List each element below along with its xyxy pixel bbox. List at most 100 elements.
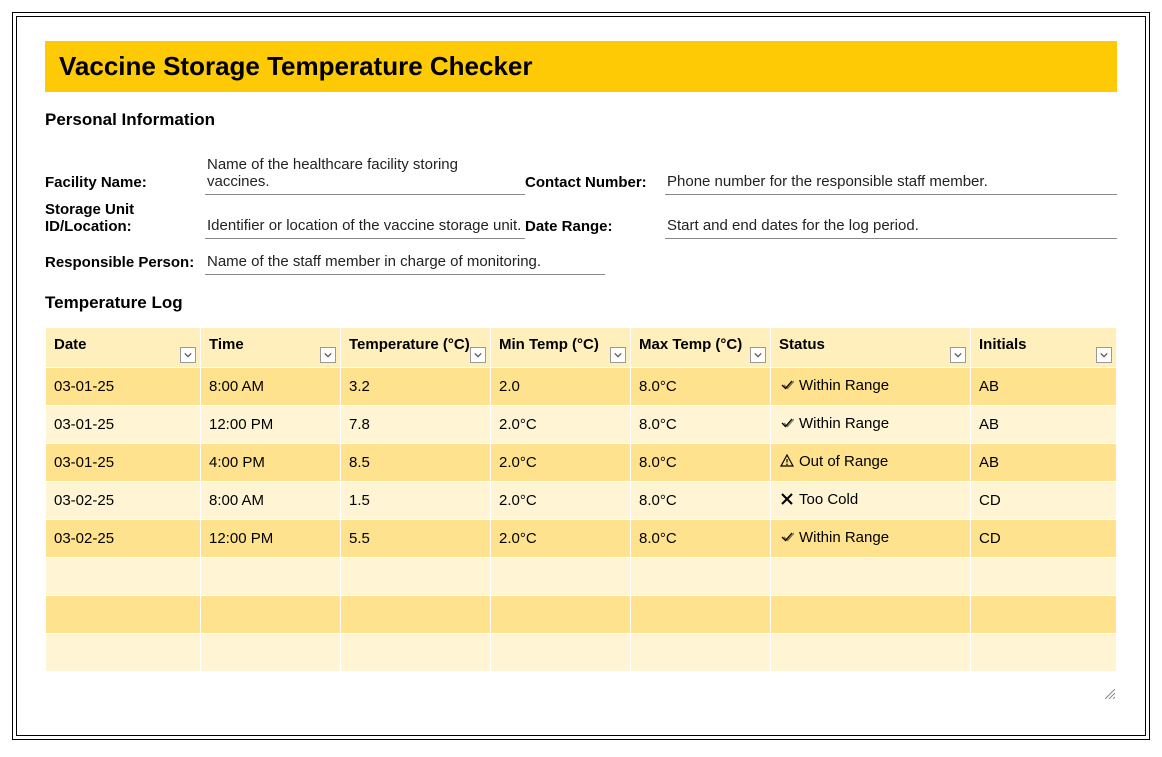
filter-temperature-button[interactable] [470, 347, 486, 363]
info-grid: Facility Name: Name of the healthcare fa… [45, 154, 1117, 239]
temperature-log-header: Temperature Log [45, 293, 1117, 313]
cell-empty [341, 558, 491, 596]
cell-temperature: 7.8 [341, 406, 491, 444]
filter-time-button[interactable] [320, 347, 336, 363]
cell-empty [46, 558, 201, 596]
chevron-down-icon [184, 351, 192, 359]
cell-time: 12:00 PM [201, 520, 341, 558]
cell-status: Too Cold [771, 482, 971, 520]
filter-initials-button[interactable] [1096, 347, 1112, 363]
page-title: Vaccine Storage Temperature Checker [45, 41, 1117, 92]
cell-max-temp: 8.0°C [631, 482, 771, 520]
responsible-person-field[interactable]: Name of the staff member in charge of mo… [205, 251, 605, 275]
cell-status: Within Range [771, 368, 971, 406]
col-status: Status [771, 328, 971, 368]
cell-empty [491, 558, 631, 596]
status-text: Within Range [799, 415, 889, 432]
chevron-down-icon [1100, 351, 1108, 359]
col-min-temp: Min Temp (°C) [491, 328, 631, 368]
cell-initials: AB [971, 406, 1117, 444]
cell-initials: AB [971, 444, 1117, 482]
facility-name-label: Facility Name: [45, 174, 205, 195]
cell-empty [491, 596, 631, 634]
cell-date: 03-01-25 [46, 444, 201, 482]
cell-empty [771, 634, 971, 672]
col-initials-label: Initials [979, 336, 1027, 353]
cell-time: 12:00 PM [201, 406, 341, 444]
warning-icon [780, 454, 794, 468]
filter-date-button[interactable] [180, 347, 196, 363]
cell-empty [631, 634, 771, 672]
col-time: Time [201, 328, 341, 368]
table-row: 03-01-258:00 AM3.22.08.0°CWithin RangeAB [46, 368, 1117, 406]
status-icon [779, 492, 795, 510]
facility-name-field[interactable]: Name of the healthcare facility storing … [205, 154, 525, 195]
temperature-log-table: Date Time Temperature (°C) [45, 327, 1117, 672]
cell-min-temp: 2.0°C [491, 444, 631, 482]
check-icon [780, 530, 794, 544]
table-row-empty [46, 596, 1117, 634]
col-min-temp-label: Min Temp (°C) [499, 336, 599, 353]
table-row-empty [46, 558, 1117, 596]
table-row: 03-02-2512:00 PM5.52.0°C8.0°CWithin Rang… [46, 520, 1117, 558]
cell-initials: CD [971, 520, 1117, 558]
cell-max-temp: 8.0°C [631, 520, 771, 558]
contact-number-label: Contact Number: [525, 174, 665, 195]
col-initials: Initials [971, 328, 1117, 368]
x-icon [780, 492, 794, 506]
cell-min-temp: 2.0°C [491, 520, 631, 558]
contact-number-field[interactable]: Phone number for the responsible staff m… [665, 171, 1117, 195]
status-text: Within Range [799, 377, 889, 394]
cell-empty [971, 634, 1117, 672]
resize-handle-icon[interactable] [1105, 689, 1115, 699]
col-max-temp-label: Max Temp (°C) [639, 336, 742, 353]
cell-time: 8:00 AM [201, 368, 341, 406]
cell-empty [341, 596, 491, 634]
cell-min-temp: 2.0°C [491, 482, 631, 520]
table-row: 03-01-2512:00 PM7.82.0°C8.0°CWithin Rang… [46, 406, 1117, 444]
chevron-down-icon [614, 351, 622, 359]
chevron-down-icon [324, 351, 332, 359]
check-icon [780, 416, 794, 430]
cell-date: 03-02-25 [46, 520, 201, 558]
status-text: Too Cold [799, 491, 858, 508]
cell-empty [341, 634, 491, 672]
cell-empty [201, 596, 341, 634]
status-icon [779, 454, 795, 472]
outer-frame: Vaccine Storage Temperature Checker Pers… [12, 12, 1150, 740]
cell-empty [46, 596, 201, 634]
cell-time: 8:00 AM [201, 482, 341, 520]
cell-empty [201, 558, 341, 596]
col-time-label: Time [209, 336, 244, 353]
chevron-down-icon [954, 351, 962, 359]
cell-date: 03-01-25 [46, 368, 201, 406]
date-range-field[interactable]: Start and end dates for the log period. [665, 215, 1117, 239]
cell-empty [631, 596, 771, 634]
col-status-label: Status [779, 336, 825, 353]
cell-date: 03-01-25 [46, 406, 201, 444]
cell-empty [771, 558, 971, 596]
col-date-label: Date [54, 336, 87, 353]
storage-unit-label: Storage Unit ID/Location: [45, 201, 205, 239]
table-row: 03-01-254:00 PM8.52.0°C8.0°COut of Range… [46, 444, 1117, 482]
cell-status: Within Range [771, 520, 971, 558]
cell-status: Out of Range [771, 444, 971, 482]
date-range-label: Date Range: [525, 218, 665, 239]
filter-status-button[interactable] [950, 347, 966, 363]
cell-status: Within Range [771, 406, 971, 444]
status-icon [779, 530, 795, 548]
col-max-temp: Max Temp (°C) [631, 328, 771, 368]
storage-unit-field[interactable]: Identifier or location of the vaccine st… [205, 215, 525, 239]
status-icon [779, 378, 795, 396]
col-temperature-label: Temperature (°C) [349, 336, 470, 353]
filter-min-button[interactable] [610, 347, 626, 363]
cell-temperature: 8.5 [341, 444, 491, 482]
cell-date: 03-02-25 [46, 482, 201, 520]
cell-temperature: 3.2 [341, 368, 491, 406]
cell-temperature: 1.5 [341, 482, 491, 520]
cell-min-temp: 2.0 [491, 368, 631, 406]
status-icon [779, 416, 795, 434]
personal-info-header: Personal Information [45, 110, 1117, 130]
table-row: 03-02-258:00 AM1.52.0°C8.0°CToo ColdCD [46, 482, 1117, 520]
filter-max-button[interactable] [750, 347, 766, 363]
